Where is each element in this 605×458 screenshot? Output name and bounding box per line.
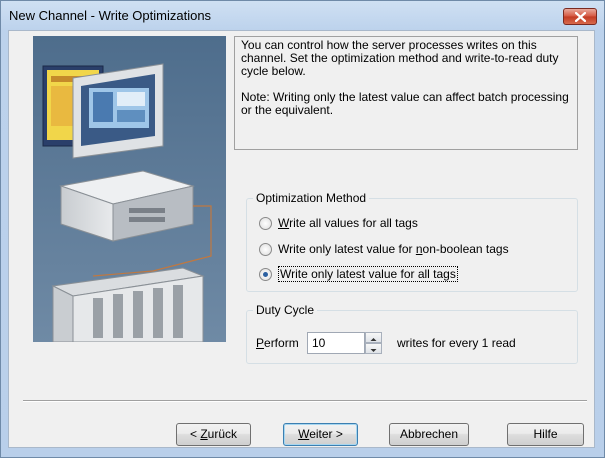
next-button[interactable]: Weiter > [283, 423, 358, 446]
radio-label: Write only latest value for non-boolean … [278, 242, 509, 256]
radio-label: Write all values for all tags [278, 216, 418, 230]
window-title: New Channel - Write Optimizations [9, 8, 212, 23]
radio-button[interactable] [259, 242, 272, 256]
perform-label: Perform [256, 336, 299, 350]
duty-cycle-input[interactable]: 10 [307, 332, 365, 354]
spin-down-icon [370, 349, 377, 352]
optimization-method-group: Optimization Method Write all values for… [246, 191, 578, 292]
info-paragraph-2: Note: Writing only the latest value can … [241, 90, 569, 117]
spin-up-button[interactable] [365, 332, 382, 343]
separator [23, 400, 587, 402]
title-bar[interactable]: New Channel - Write Optimizations [1, 1, 604, 31]
duty-cycle-spinner[interactable] [365, 332, 382, 354]
radio-latest-non-boolean[interactable]: Write only latest value for non-boolean … [259, 241, 509, 257]
duty-cycle-legend: Duty Cycle [253, 303, 318, 317]
radio-button[interactable] [259, 216, 272, 230]
radio-button-selected[interactable] [259, 267, 272, 281]
close-icon [575, 12, 586, 22]
radio-latest-all-tags[interactable]: Write only latest value for all tags [259, 266, 458, 282]
close-button[interactable] [563, 8, 597, 25]
help-button[interactable]: Hilfe [507, 423, 584, 446]
radio-label: Write only latest value for all tags [278, 266, 458, 282]
info-text-box: You can control how the server processes… [234, 36, 578, 150]
cancel-button[interactable]: Abbrechen [389, 423, 469, 446]
back-button[interactable]: < Zurück [176, 423, 251, 446]
duty-cycle-suffix: writes for every 1 read [397, 336, 516, 350]
optimization-method-legend: Optimization Method [253, 191, 370, 205]
wizard-illustration [33, 36, 226, 342]
info-paragraph-1: You can control how the server processes… [241, 38, 559, 78]
radio-write-all-values[interactable]: Write all values for all tags [259, 215, 418, 231]
spin-down-button[interactable] [365, 343, 382, 354]
